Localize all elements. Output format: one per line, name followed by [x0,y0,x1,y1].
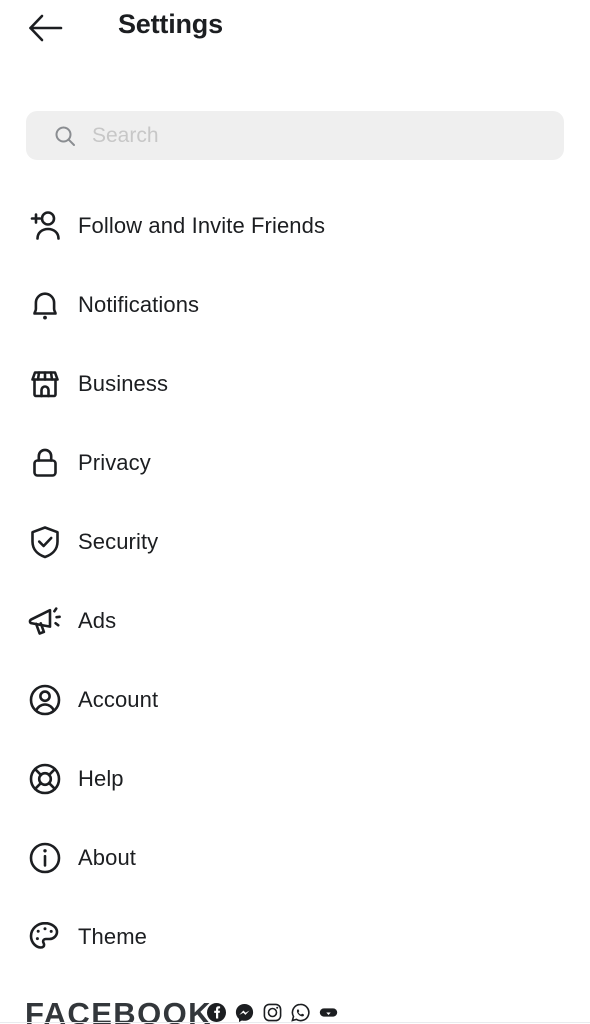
menu-item-about[interactable]: About [0,818,590,897]
oculus-app-icon[interactable] [319,1003,338,1022]
footer-app-icons [207,1003,338,1022]
menu-item-privacy[interactable]: Privacy [0,423,590,502]
settings-screen: Settings Follow and Invite Friends [0,0,590,1024]
back-button[interactable] [20,4,72,52]
palette-icon [26,918,64,956]
bell-icon [26,286,64,324]
shield-check-icon [26,523,64,561]
menu-item-help[interactable]: Help [0,739,590,818]
menu-item-security[interactable]: Security [0,502,590,581]
search-bar[interactable] [26,111,564,160]
menu-item-label: Privacy [78,449,151,475]
menu-item-ads[interactable]: Ads [0,581,590,660]
menu-item-theme[interactable]: Theme [0,897,590,976]
menu-item-follow-and-invite-friends[interactable]: Follow and Invite Friends [0,186,590,265]
menu-item-label: Account [78,686,159,712]
messenger-app-icon[interactable] [235,1003,254,1022]
menu-item-account[interactable]: Account [0,660,590,739]
instagram-app-icon[interactable] [263,1003,282,1022]
whatsapp-app-icon[interactable] [291,1003,310,1022]
menu-item-label: Ads [78,607,117,633]
settings-menu-list: Follow and Invite Friends Notifications [0,186,590,976]
user-circle-icon [26,681,64,719]
menu-item-label: Security [78,528,159,554]
info-circle-icon [26,839,64,877]
lock-icon [26,444,64,482]
menu-item-label: Theme [78,923,147,949]
arrow-left-icon [28,13,64,43]
menu-item-label: Help [78,765,124,791]
menu-item-notifications[interactable]: Notifications [0,265,590,344]
menu-item-label: Business [78,370,169,396]
search-input[interactable] [92,111,546,160]
lifebuoy-icon [26,760,64,798]
menu-item-business[interactable]: Business [0,344,590,423]
menu-item-label: Notifications [78,291,200,317]
megaphone-icon [26,602,64,640]
footer-branding: FACEBOOK [0,995,590,1024]
page-title: Settings [118,9,223,39]
search-icon [53,124,77,148]
person-add-icon [26,207,64,245]
footer-divider [0,1022,590,1023]
menu-item-label: Follow and Invite Friends [78,212,326,238]
facebook-wordmark: FACEBOOK [25,996,212,1024]
header-bar: Settings [0,0,590,56]
storefront-icon [26,365,64,403]
facebook-app-icon[interactable] [207,1003,226,1022]
menu-item-label: About [78,844,136,870]
